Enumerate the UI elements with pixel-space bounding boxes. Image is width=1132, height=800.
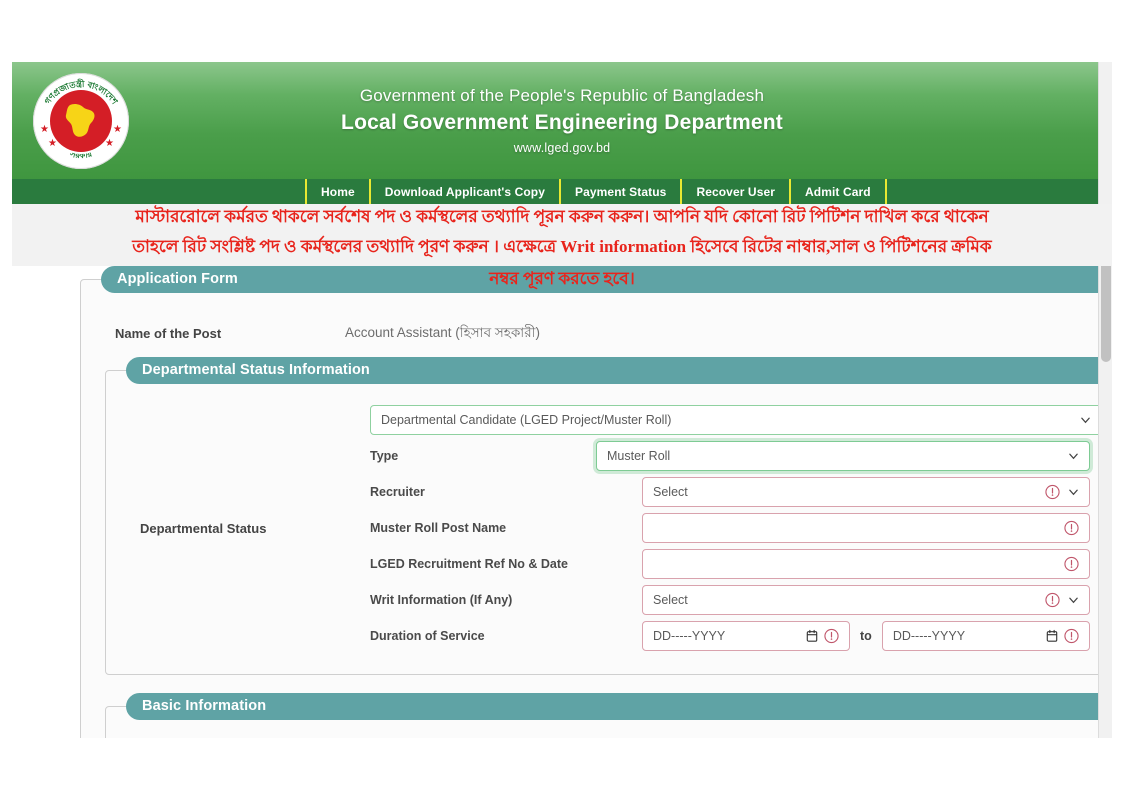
notice-line-2: তাহলে রিট সংশ্লিষ্ট পদ ও কর্মস্থলের তথ্য… bbox=[132, 237, 992, 256]
muster-roll-post-name-input[interactable] bbox=[642, 513, 1090, 543]
department-name: Local Government Engineering Department bbox=[341, 110, 783, 134]
name-of-post-row: Name of the Post Account Assistant (হিসা… bbox=[95, 313, 1112, 353]
type-row: Type Muster Roll bbox=[120, 440, 1112, 472]
application-form-section: Application Form Name of the Post Accoun… bbox=[80, 266, 1112, 738]
writ-information-row: Writ Information (If Any) Select bbox=[120, 584, 1112, 616]
type-label: Type bbox=[370, 449, 399, 463]
site-header: গণপ্রজাতন্ত্রী বাংলাদেশ সরকার ★ ★ ★ ★ Go… bbox=[12, 62, 1112, 179]
name-of-post-label: Name of the Post bbox=[115, 325, 222, 341]
application-form-body: Application Form Name of the Post Accoun… bbox=[12, 266, 1112, 738]
duration-to-wrap: DD-----YYYY bbox=[881, 621, 1090, 651]
nav-item-recover-user[interactable]: Recover User bbox=[680, 179, 789, 204]
nav-item-payment-status[interactable]: Payment Status bbox=[559, 179, 680, 204]
muster-roll-post-name-label: Muster Roll Post Name bbox=[370, 521, 507, 535]
basic-information-section: Basic Information Applicant's Name bbox=[105, 693, 1112, 738]
departmental-candidate-select[interactable]: Departmental Candidate (LGED Project/Mus… bbox=[370, 405, 1102, 435]
notice-line-3: নম্বর পূরণ করতে হবে। bbox=[489, 269, 635, 288]
departmental-status-section: Departmental Status Information Departme… bbox=[105, 357, 1112, 675]
recruiter-select[interactable]: Select bbox=[642, 477, 1090, 507]
lged-recruitment-ref-input[interactable] bbox=[642, 549, 1090, 579]
duration-of-service-label: Duration of Service bbox=[370, 629, 485, 643]
nav-item-home[interactable]: Home bbox=[305, 179, 369, 204]
departmental-candidate-row: Departmental Candidate (LGED Project/Mus… bbox=[120, 404, 1112, 436]
page-vertical-scrollbar[interactable] bbox=[1098, 62, 1112, 738]
basic-information-title: Basic Information bbox=[126, 693, 1112, 720]
duration-of-service-row: Duration of Service DD-----YYYY to DD---… bbox=[120, 620, 1112, 652]
nav-item-admit-card[interactable]: Admit Card bbox=[789, 179, 887, 204]
lged-recruitment-ref-row: LGED Recruitment Ref No & Date bbox=[120, 548, 1112, 580]
embedded-page: গণপ্রজাতন্ত্রী বাংলাদেশ সরকার ★ ★ ★ ★ Go… bbox=[12, 62, 1112, 738]
notice-line-1: মাস্টাররোলে কর্মরত থাকলে সর্বশেষ পদ ও কর… bbox=[135, 207, 989, 226]
writ-information-label: Writ Information (If Any) bbox=[370, 593, 513, 607]
duration-from-wrap: DD-----YYYY bbox=[642, 621, 850, 651]
main-navigation: Home Download Applicant's Copy Payment S… bbox=[12, 179, 1112, 204]
muster-roll-post-name-row: Departmental Status Muster Roll Post Nam… bbox=[120, 512, 1112, 544]
type-select[interactable]: Muster Roll bbox=[596, 441, 1090, 471]
nav-item-download-applicants-copy[interactable]: Download Applicant's Copy bbox=[368, 179, 559, 204]
duration-from-date[interactable]: DD-----YYYY bbox=[642, 621, 850, 651]
departmental-status-label: Departmental Status bbox=[140, 520, 267, 536]
duration-to-word: to bbox=[860, 629, 872, 643]
header-titles: Government of the People's Republic of B… bbox=[12, 84, 1112, 159]
govt-name: Government of the People's Republic of B… bbox=[359, 86, 765, 105]
lged-recruitment-ref-label: LGED Recruitment Ref No & Date bbox=[370, 557, 568, 571]
website-url: www.lged.gov.bd bbox=[513, 140, 611, 155]
name-of-post-value: Account Assistant (হিসাব সহকারী) bbox=[345, 324, 541, 340]
notice-banner: মাস্টাররোলে কর্মরত থাকলে সর্বশেষ পদ ও কর… bbox=[12, 204, 1112, 288]
duration-to-date[interactable]: DD-----YYYY bbox=[881, 621, 1090, 651]
writ-information-select[interactable]: Select bbox=[642, 585, 1090, 615]
recruiter-row: Recruiter Select bbox=[120, 476, 1112, 508]
recruiter-label: Recruiter bbox=[370, 485, 425, 499]
departmental-status-title: Departmental Status Information bbox=[126, 357, 1112, 384]
